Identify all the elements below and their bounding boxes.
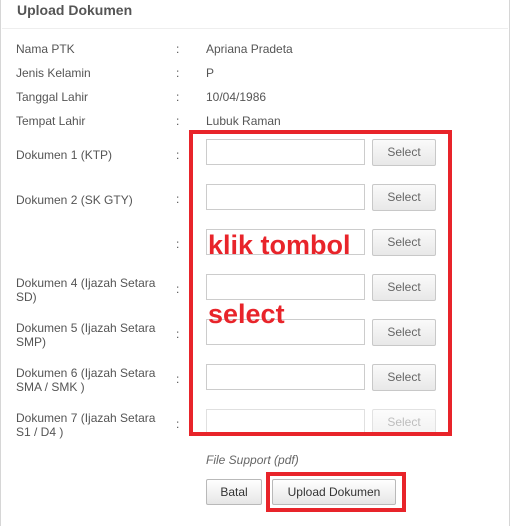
tempat-lahir-value: Lubuk Raman — [206, 114, 281, 128]
dokumen-6-label: Dokumen 6 (Ijazah Setara SMA / SMK ) — [16, 366, 156, 394]
nama-ptk-colon: : — [176, 42, 180, 56]
dokumen-5-label: Dokumen 5 (Ijazah Setara SMP) — [16, 321, 156, 349]
dialog-title: Upload Dokumen — [17, 2, 133, 18]
dokumen-7-label: Dokumen 7 (Ijazah Setara S1 / D4 ) — [16, 411, 156, 439]
dokumen-5-colon: : — [176, 327, 180, 341]
jenis-kelamin-label: Jenis Kelamin — [16, 66, 91, 80]
tanggal-lahir-value: 10/04/1986 — [206, 90, 267, 104]
dokumen-4-label: Dokumen 4 (Ijazah Setara SD) — [16, 276, 156, 304]
dokumen-6-colon: : — [176, 372, 180, 386]
jenis-kelamin-colon: : — [176, 66, 180, 80]
dokumen-2-label: Dokumen 2 (SK GTY) — [16, 193, 133, 207]
jenis-kelamin-value: P — [206, 66, 215, 80]
tanggal-lahir-label: Tanggal Lahir — [16, 90, 89, 104]
annotation-highlight-upload-button — [266, 472, 406, 512]
tempat-lahir-label: Tempat Lahir — [16, 114, 86, 128]
dokumen-7-colon: : — [176, 417, 180, 431]
dokumen-3-colon: : — [176, 237, 180, 251]
dokumen-4-colon: : — [176, 282, 180, 296]
file-support-note: File Support (pdf) — [206, 453, 299, 467]
tempat-lahir-colon: : — [176, 114, 180, 128]
dokumen-1-label: Dokumen 1 (KTP) — [16, 148, 113, 162]
nama-ptk-value: Apriana Pradeta — [206, 42, 293, 56]
cancel-button[interactable]: Batal — [206, 479, 262, 505]
dokumen-2-colon: : — [176, 192, 180, 206]
dokumen-1-colon: : — [176, 148, 180, 162]
annotation-text-line1: klik tombol — [208, 230, 351, 260]
tanggal-lahir-colon: : — [176, 90, 180, 104]
nama-ptk-label: Nama PTK — [16, 42, 75, 56]
annotation-text-line2: select — [208, 299, 285, 329]
annotation-highlight-select-area — [189, 130, 452, 436]
header-divider — [2, 28, 508, 29]
